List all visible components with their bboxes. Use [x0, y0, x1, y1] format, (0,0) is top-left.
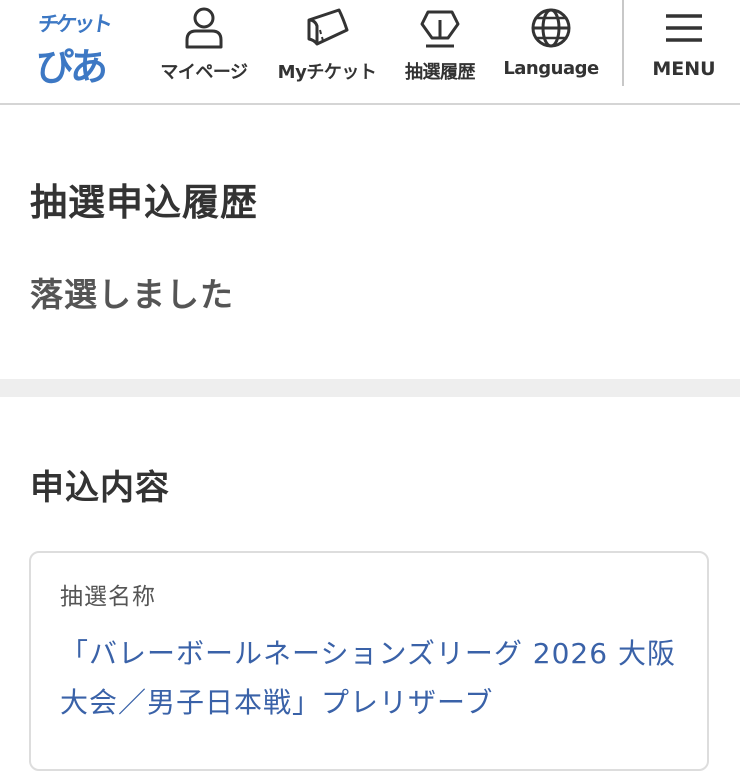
hamburger-icon — [662, 6, 706, 50]
site-header: チケット ぴあ マイページ Myチケット 抽選履歴 Language MENU — [0, 0, 740, 105]
nav-mypage[interactable]: マイページ — [148, 0, 260, 100]
section-divider — [0, 379, 740, 397]
menu-label: MENU — [652, 58, 716, 80]
nav-myticket[interactable]: Myチケット — [268, 0, 386, 100]
nav-myticket-label: Myチケット — [277, 62, 377, 83]
nav-language[interactable]: Language — [492, 0, 610, 100]
logo-text-top: チケット — [36, 12, 112, 36]
globe-icon — [529, 6, 573, 50]
application-details-card: 抽選名称 「バレーボールネーションズリーグ 2026 大阪大会／男子日本戦」プレ… — [29, 551, 709, 771]
lottery-result-status: 落選しました — [30, 275, 234, 314]
lottery-name-value: 「バレーボールネーションズリーグ 2026 大阪大会／男子日本戦」プレリザーブ — [60, 637, 676, 719]
menu-button[interactable]: MENU — [636, 0, 732, 100]
section-title: 申込内容 — [30, 468, 170, 508]
ticket-icon — [303, 6, 351, 50]
nav-language-label: Language — [503, 58, 599, 79]
nav-mypage-label: マイページ — [160, 62, 248, 83]
lottery-icon — [418, 6, 462, 50]
nav-lottery-history-label: 抽選履歴 — [405, 62, 476, 83]
logo-text-bottom: ぴあ — [36, 45, 108, 89]
nav-lottery-history[interactable]: 抽選履歴 — [394, 0, 486, 100]
page-title: 抽選申込履歴 — [30, 181, 258, 224]
lottery-name-label: 抽選名称 — [60, 584, 156, 610]
header-divider — [622, 0, 624, 86]
person-icon — [182, 6, 226, 50]
ticket-pia-logo[interactable]: チケット ぴあ — [34, 4, 134, 89]
